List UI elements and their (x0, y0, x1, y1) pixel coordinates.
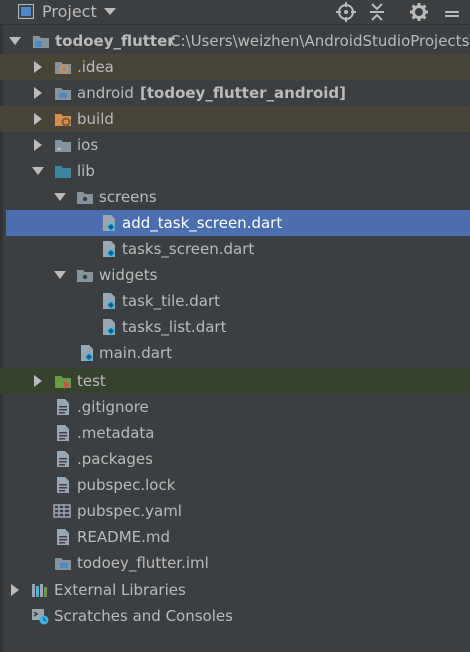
tree-label: .idea (77, 58, 114, 76)
tree-node-iml[interactable]: todoey_flutter.iml (0, 550, 470, 576)
project-view-icon (18, 4, 34, 19)
tree-node-gitignore[interactable]: .gitignore (0, 394, 470, 420)
tree-label: todoey_flutter.iml (77, 554, 209, 572)
tree-label: Scratches and Consoles (54, 607, 233, 625)
tree-node-add-task-screen[interactable]: add_task_screen.dart (6, 210, 470, 236)
tree-node-lib[interactable]: lib (0, 158, 470, 184)
tree-label: lib (77, 162, 95, 180)
test-folder-icon (55, 376, 71, 389)
text-file-icon (57, 425, 69, 441)
tree-node-test[interactable]: test (0, 368, 470, 394)
tree-node-idea[interactable]: .idea (0, 54, 470, 80)
tree-label: .metadata (77, 424, 155, 442)
libraries-icon (32, 584, 47, 597)
excluded-folder-icon (55, 62, 71, 74)
tree-label: main.dart (99, 344, 173, 362)
tree-label: add_task_screen.dart (122, 214, 283, 232)
collapsed-arrow-icon[interactable] (31, 374, 45, 388)
collapsed-arrow-icon[interactable] (8, 583, 22, 597)
root-project-name: todoey_flutter (55, 32, 175, 50)
expanded-arrow-icon[interactable] (53, 190, 67, 204)
tree-node-build[interactable]: build (0, 106, 470, 132)
tree-node-main-dart[interactable]: main.dart (0, 340, 470, 366)
tree-label: pubspec.lock (77, 476, 176, 494)
tree-label: .packages (77, 450, 153, 468)
text-file-icon (57, 399, 69, 415)
tree-node-pubspec-yaml[interactable]: pubspec.yaml (0, 498, 470, 524)
module-file-icon (55, 558, 71, 570)
dart-file-icon (103, 293, 115, 309)
package-folder-icon (77, 270, 93, 282)
tree-node-widgets[interactable]: widgets (0, 262, 470, 288)
tree-label: android (77, 84, 134, 102)
text-file-icon (57, 451, 69, 467)
scratches-icon (32, 609, 49, 625)
dart-file-icon (103, 241, 115, 257)
project-tool-window-header: Project (0, 0, 470, 25)
markdown-file-icon (57, 529, 69, 545)
tree-label: tasks_screen.dart (122, 240, 255, 258)
tree-label: pubspec.yaml (77, 502, 182, 520)
tree-label: widgets (99, 266, 158, 284)
tree-label: test (77, 372, 106, 390)
tree-label: build (77, 110, 114, 128)
dart-file-icon (103, 319, 115, 335)
tree-node-scratches[interactable]: Scratches and Consoles (0, 603, 470, 629)
project-view-title[interactable]: Project (42, 2, 97, 22)
tree-label: tasks_list.dart (122, 318, 227, 336)
folder-icon (55, 140, 71, 152)
tree-node-metadata[interactable]: .metadata (0, 420, 470, 446)
expanded-arrow-icon[interactable] (53, 268, 67, 282)
tree-node-packages[interactable]: .packages (0, 446, 470, 472)
collapse-all-icon[interactable] (367, 2, 387, 22)
tree-label: README.md (77, 528, 171, 546)
expanded-arrow-icon[interactable] (31, 164, 45, 178)
dart-file-icon (103, 215, 115, 231)
dart-file-icon (81, 345, 93, 361)
tree-label: task_tile.dart (122, 292, 221, 310)
tree-node-pubspec-lock[interactable]: pubspec.lock (0, 472, 470, 498)
tree-label: ios (77, 136, 99, 154)
collapsed-arrow-icon[interactable] (31, 112, 45, 126)
settings-gear-icon[interactable] (409, 2, 429, 22)
tree-node-ios[interactable]: ios (0, 132, 470, 158)
tree-node-task-tile[interactable]: task_tile.dart (0, 288, 470, 314)
module-name: [todoey_flutter_android] (140, 84, 347, 102)
tree-node-root[interactable]: todoey_flutter C:\Users\weizhen\AndroidS… (0, 28, 470, 54)
tree-label: External Libraries (54, 581, 186, 599)
tree-label: screens (99, 188, 157, 206)
tree-label: .gitignore (77, 398, 149, 416)
tree-node-tasks-list[interactable]: tasks_list.dart (0, 314, 470, 340)
tree-node-external-libraries[interactable]: External Libraries (0, 577, 470, 603)
source-folder-icon (55, 166, 71, 178)
tree-node-screens[interactable]: screens (0, 184, 470, 210)
collapsed-arrow-icon[interactable] (31, 138, 45, 152)
module-folder-icon (55, 88, 71, 100)
dropdown-icon[interactable] (104, 8, 116, 16)
tree-node-readme[interactable]: README.md (0, 524, 470, 550)
text-file-icon (57, 477, 69, 493)
collapsed-arrow-icon[interactable] (31, 86, 45, 100)
tree-node-android[interactable]: android [todoey_flutter_android] (0, 80, 470, 106)
collapsed-arrow-icon[interactable] (31, 60, 45, 74)
locate-icon[interactable] (336, 2, 356, 22)
yaml-table-icon (53, 504, 71, 518)
root-project-path: C:\Users\weizhen\AndroidStudioProjects\ (170, 32, 470, 50)
hide-panel-icon[interactable] (442, 2, 462, 22)
tree-node-tasks-screen[interactable]: tasks_screen.dart (0, 236, 470, 262)
excluded-folder-icon (55, 114, 71, 127)
expanded-arrow-icon[interactable] (8, 34, 22, 48)
module-folder-icon (33, 36, 49, 48)
package-folder-icon (77, 192, 93, 204)
